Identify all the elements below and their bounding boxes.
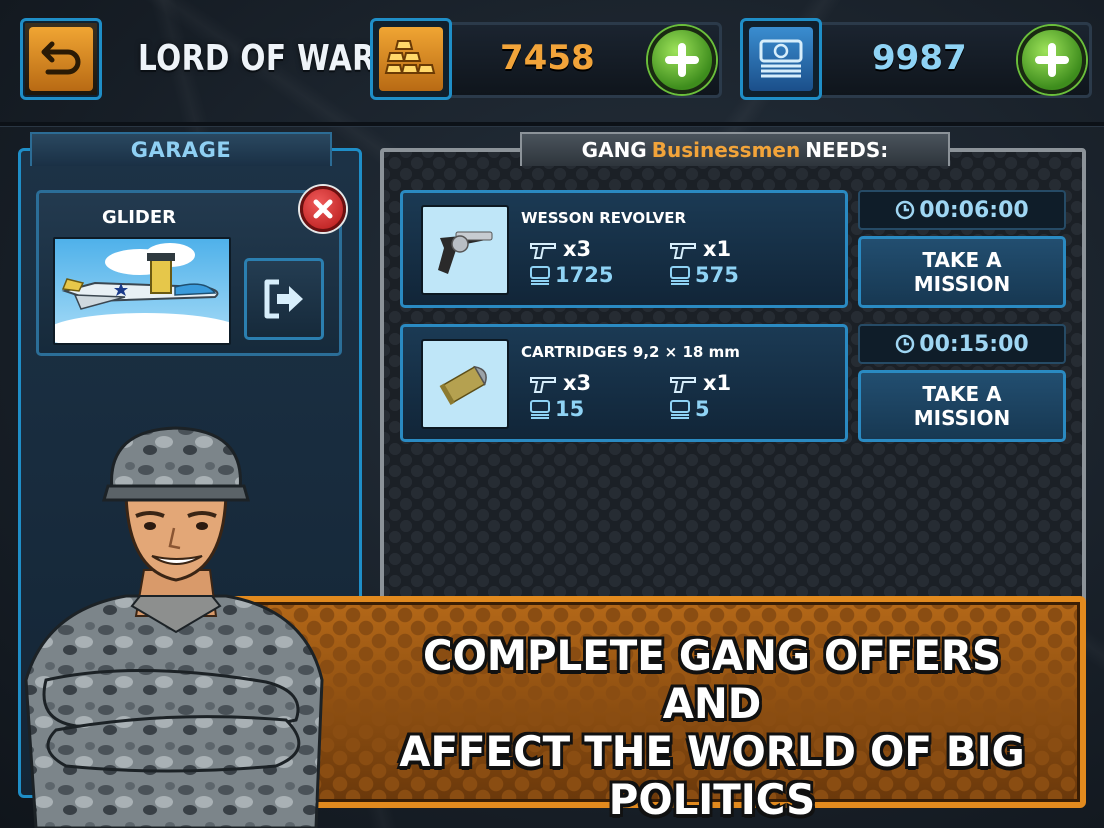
needs-prefix: GANG [581, 138, 647, 162]
header-divider [0, 122, 1104, 126]
add-gold-button[interactable] [648, 26, 716, 94]
coin-icon [670, 266, 690, 285]
take-mission-button[interactable]: TAKE A MISSION [858, 370, 1066, 442]
send-vehicle-button[interactable] [244, 258, 324, 340]
gang-name: Businessmen [651, 138, 801, 162]
app-title: LORD OF WAR [138, 38, 376, 79]
top-bar: LORD OF WAR 7458 9987 [0, 0, 1104, 120]
vehicle-name: GLIDER [101, 207, 177, 228]
promo-banner: COMPLETE GANG OFFERS AND AFFECT THE WORL… [230, 596, 1086, 824]
mission-title: CARTRIDGES 9,2 × 18 mm [521, 343, 740, 361]
take-mission-button[interactable]: TAKE A MISSION [858, 236, 1066, 308]
plus-icon [665, 43, 699, 77]
coin-icon [670, 400, 690, 419]
export-icon [264, 279, 303, 319]
cash-icon-frame [740, 18, 822, 100]
cash-value: 9987 [872, 38, 967, 78]
cash-stack-icon [749, 27, 813, 91]
gold-icon-frame [370, 18, 452, 100]
garage-tab-label: GARAGE [130, 138, 232, 162]
cartridge-image [421, 339, 509, 429]
mission-qty-left: x3 [529, 371, 591, 395]
back-button[interactable] [20, 18, 102, 100]
revolver-icon [530, 377, 556, 393]
revolver-icon [670, 243, 696, 259]
soldier-character-image [24, 426, 324, 828]
gold-value: 7458 [500, 38, 595, 78]
garage-tab: GARAGE [30, 132, 332, 166]
revolver-icon [670, 377, 696, 393]
revolver-image [421, 205, 509, 295]
plus-icon [1035, 43, 1069, 77]
mission-timer: 00:15:00 [858, 324, 1066, 364]
mission-card: CARTRIDGES 9,2 × 18 mm x3 15 x1 5 [400, 324, 848, 442]
coin-icon [530, 400, 550, 419]
mission-timer: 00:06:00 [858, 190, 1066, 230]
mission-title: WESSON REVOLVER [521, 209, 687, 227]
mission-qty-left: x3 [529, 237, 591, 261]
clock-icon [896, 334, 915, 354]
promo-text: COMPLETE GANG OFFERS AND AFFECT THE WORL… [399, 631, 1025, 824]
revolver-icon [530, 243, 556, 259]
glider-image [53, 237, 231, 345]
mission-price-left: 1725 [529, 263, 613, 287]
remove-vehicle-button[interactable] [300, 186, 346, 232]
mission-qty-right: x1 [669, 237, 731, 261]
coin-icon [530, 266, 550, 285]
add-cash-button[interactable] [1018, 26, 1086, 94]
mission-price-right: 575 [669, 263, 739, 287]
needs-suffix: NEEDS: [805, 138, 889, 162]
mission-qty-right: x1 [669, 371, 731, 395]
mission-price-right: 5 [669, 397, 710, 421]
mission-price-left: 15 [529, 397, 584, 421]
clock-icon [896, 200, 915, 220]
mission-card: WESSON REVOLVER x3 1725 x1 575 [400, 190, 848, 308]
gold-bars-icon [379, 27, 443, 91]
gang-needs-header: GANG Businessmen NEEDS: [520, 132, 950, 166]
back-arrow-icon [29, 27, 93, 91]
close-icon [313, 199, 333, 219]
